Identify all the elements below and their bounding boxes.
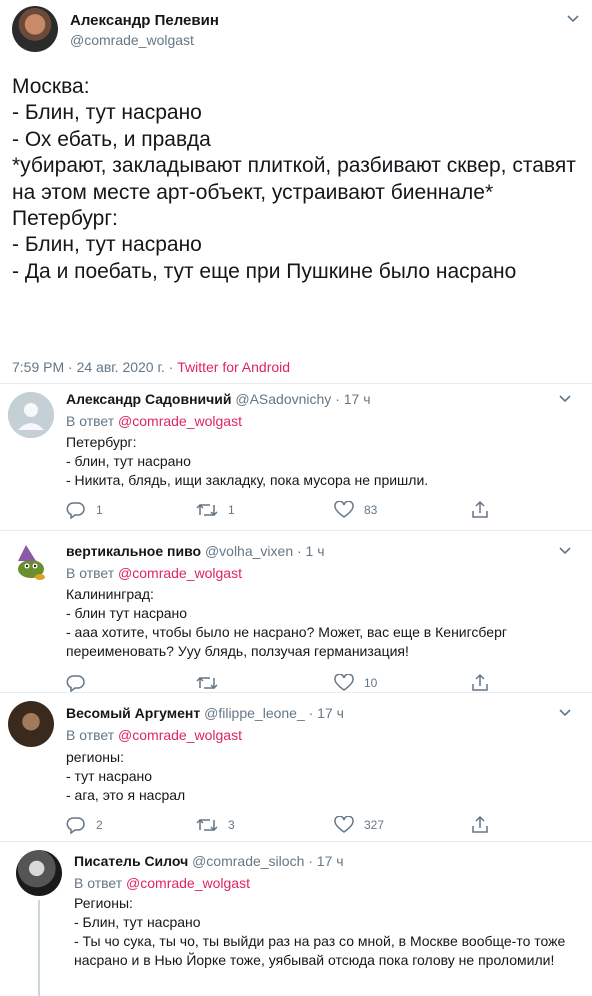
reply-icon xyxy=(66,502,85,519)
thread-line xyxy=(38,900,40,996)
author-name[interactable]: Александр Пелевин xyxy=(70,12,219,29)
creature-avatar-icon xyxy=(18,545,45,580)
heart-icon xyxy=(334,501,354,518)
share-button[interactable] xyxy=(470,815,500,835)
retweet-button[interactable] xyxy=(196,673,228,693)
reply-icon xyxy=(66,675,85,692)
in-reply-label: В ответ xyxy=(74,875,123,891)
reply-header: Весомый Аргумент @filippe_leone_ · 17 ч xyxy=(66,705,344,721)
reply-text: регионы: - тут насрано - ага, это я наср… xyxy=(66,749,186,803)
retweet-icon xyxy=(196,503,218,517)
retweet-button[interactable]: 1 xyxy=(196,500,235,520)
reply-count: 2 xyxy=(96,818,103,832)
reply-header: вертикальное пиво @volha_vixen · 1 ч xyxy=(66,543,325,559)
reply-button[interactable] xyxy=(66,673,96,693)
reply-text: Петербург: - блин, тут насрано - Никита,… xyxy=(66,434,429,488)
author-name[interactable]: Весомый Аргумент xyxy=(66,705,200,721)
like-count: 10 xyxy=(364,676,378,690)
like-button[interactable]: 83 xyxy=(334,500,377,520)
mention-link[interactable]: @comrade_wolgast xyxy=(118,727,242,743)
like-button[interactable]: 327 xyxy=(334,815,384,835)
tweet-text: Москва: - Блин, тут насрано - Ох ебать, … xyxy=(12,75,576,283)
author-name[interactable]: Александр Садовничий xyxy=(66,391,231,407)
like-count: 327 xyxy=(364,818,385,832)
reply-button[interactable]: 2 xyxy=(66,815,103,835)
retweet-button[interactable]: 3 xyxy=(196,815,235,835)
reply-text: Калининград: - блин тут насрано - ааа хо… xyxy=(66,586,507,659)
author-handle[interactable]: @ASadovnichy · 17 ч xyxy=(235,391,370,407)
reply-header: Александр Садовничий @ASadovnichy · 17 ч xyxy=(66,391,371,407)
reply-tweet[interactable]: Весомый Аргумент @filippe_leone_ · 17 ч … xyxy=(0,693,592,841)
reply-icon xyxy=(66,817,85,834)
share-button[interactable] xyxy=(470,673,500,693)
author-name[interactable]: Писатель Силоч xyxy=(74,853,188,869)
default-avatar-icon xyxy=(8,392,54,438)
in-reply-to: В ответ @comrade_wolgast xyxy=(66,727,242,743)
heart-icon xyxy=(334,674,354,691)
in-reply-to: В ответ @comrade_wolgast xyxy=(66,565,242,581)
action-bar: 10 xyxy=(66,673,506,693)
retweet-icon xyxy=(196,676,218,690)
author-handle[interactable]: @filippe_leone_ · 17 ч xyxy=(204,705,344,721)
chevron-down-icon[interactable] xyxy=(566,14,580,24)
share-icon xyxy=(472,815,488,833)
chevron-down-icon[interactable] xyxy=(558,708,572,718)
avatar[interactable] xyxy=(8,392,54,438)
mention-link[interactable]: @comrade_wolgast xyxy=(118,413,242,429)
avatar[interactable] xyxy=(8,539,54,585)
chevron-down-icon[interactable] xyxy=(558,394,572,404)
in-reply-label: В ответ xyxy=(66,413,115,429)
heart-icon xyxy=(334,816,354,833)
retweet-count: 1 xyxy=(228,503,235,517)
source-link[interactable]: Twitter for Android xyxy=(177,359,290,375)
in-reply-label: В ответ xyxy=(66,565,115,581)
action-bar: 1 1 83 xyxy=(66,500,506,520)
share-icon xyxy=(472,500,488,518)
avatar[interactable] xyxy=(8,701,54,747)
mention-link[interactable]: @comrade_wolgast xyxy=(126,875,250,891)
reply-count: 1 xyxy=(96,503,103,517)
mention-link[interactable]: @comrade_wolgast xyxy=(118,565,242,581)
like-count: 83 xyxy=(364,503,378,517)
reply-text: Регионы: - Блин, тут насрано - Ты чо сук… xyxy=(74,895,566,968)
like-button[interactable]: 10 xyxy=(334,673,377,693)
in-reply-to: В ответ @comrade_wolgast xyxy=(66,413,242,429)
reply-tweet[interactable]: Александр Садовничий @ASadovnichy · 17 ч… xyxy=(0,384,592,530)
reply-button[interactable]: 1 xyxy=(66,500,103,520)
avatar[interactable] xyxy=(16,850,62,896)
author-handle[interactable]: @comrade_wolgast xyxy=(70,32,194,48)
author-handle[interactable]: @volha_vixen · 1 ч xyxy=(205,543,325,559)
reply-tweet[interactable]: Писатель Силоч @comrade_siloch · 17 ч В … xyxy=(0,842,592,996)
in-reply-to: В ответ @comrade_wolgast xyxy=(74,875,250,891)
retweet-icon xyxy=(196,818,218,832)
author-name[interactable]: вертикальное пиво xyxy=(66,543,201,559)
tweet-meta: 7:59 PM · 24 авг. 2020 г. · Twitter for … xyxy=(12,359,290,375)
in-reply-label: В ответ xyxy=(66,727,115,743)
retweet-count: 3 xyxy=(228,818,235,832)
author-handle[interactable]: @comrade_siloch · 17 ч xyxy=(192,853,343,869)
main-tweet: Александр Пелевин @comrade_wolgast Москв… xyxy=(0,0,592,390)
timestamp[interactable]: 7:59 PM · 24 авг. 2020 г. · xyxy=(12,359,177,375)
share-icon xyxy=(472,673,488,691)
reply-tweet[interactable]: вертикальное пиво @volha_vixen · 1 ч В о… xyxy=(0,531,592,692)
action-bar: 2 3 327 xyxy=(66,815,506,835)
reply-header: Писатель Силоч @comrade_siloch · 17 ч xyxy=(74,853,344,869)
share-button[interactable] xyxy=(470,500,500,520)
avatar[interactable] xyxy=(12,6,58,52)
chevron-down-icon[interactable] xyxy=(558,546,572,556)
